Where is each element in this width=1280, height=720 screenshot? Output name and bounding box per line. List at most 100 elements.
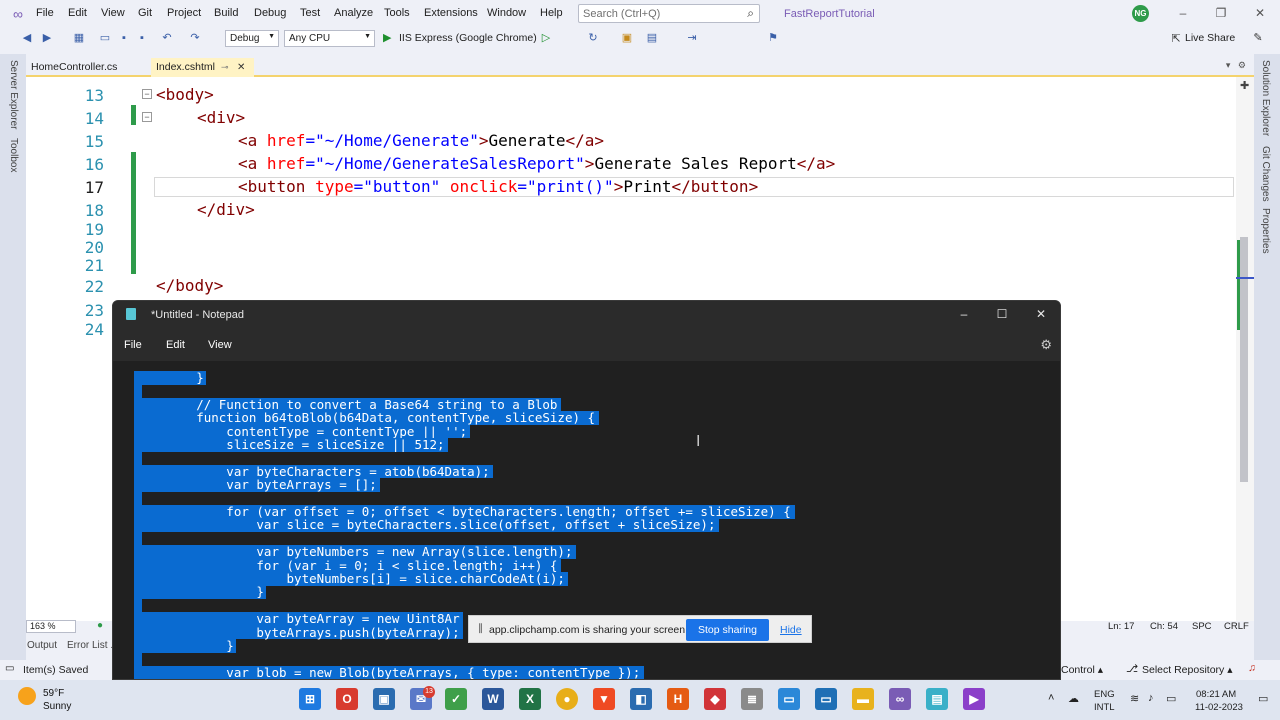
excel-icon[interactable]: X [519, 688, 541, 710]
forward-icon[interactable]: ▶ [40, 31, 54, 45]
battery-icon[interactable]: ▭ [1166, 692, 1176, 705]
restore-icon[interactable]: ❐ [1211, 6, 1231, 20]
clipchamp-icon[interactable]: ▶ [963, 688, 985, 710]
platform-select[interactable]: Any CPU ▼ [284, 30, 375, 47]
stop-sharing-button[interactable]: Stop sharing [686, 619, 769, 641]
database-icon[interactable]: ≣ [741, 688, 763, 710]
toolbox-tab[interactable]: Toolbox [8, 138, 19, 172]
menu-help[interactable]: Help [540, 7, 563, 19]
start-icon[interactable]: ⊞ [299, 688, 321, 710]
app-icon[interactable]: ✓ [445, 688, 467, 710]
tab-overflow-icon[interactable]: ▾ ⚙ [1226, 60, 1246, 71]
feedback-icon[interactable]: ✎ [1251, 31, 1265, 45]
whitespace-indicator[interactable]: SPC [1192, 621, 1212, 632]
hide-link[interactable]: Hide [780, 624, 802, 636]
error-list-tab[interactable]: Error List ... [67, 640, 119, 651]
select-repository-button[interactable]: Select Repository ▴ [1142, 664, 1233, 676]
new-item-icon[interactable]: ▦ [72, 31, 86, 45]
menu-file[interactable]: File [36, 7, 54, 19]
close-icon[interactable]: ✕ [1031, 307, 1051, 321]
menu-build[interactable]: Build [214, 7, 238, 19]
undo-icon[interactable]: ↶ [160, 31, 174, 45]
line-ending-indicator[interactable]: CRLF [1224, 621, 1249, 632]
close-icon[interactable]: ✕ [1250, 6, 1270, 20]
app-icon[interactable]: ◆ [704, 688, 726, 710]
run-icon[interactable]: ▶ [383, 31, 391, 44]
menu-project[interactable]: Project [167, 7, 201, 19]
file-explorer-icon[interactable]: ▬ [852, 688, 874, 710]
pin-icon[interactable]: ⊸ [221, 58, 229, 77]
weather-temperature[interactable]: 59°F [43, 688, 64, 699]
tab-index-cshtml[interactable]: Index.cshtml ⊸ ✕ [151, 58, 254, 77]
close-tab-icon[interactable]: ✕ [237, 58, 245, 77]
menu-test[interactable]: Test [300, 7, 320, 19]
chrome-icon[interactable]: ● [556, 688, 578, 710]
output-tab[interactable]: Output [27, 640, 57, 651]
minimize-icon[interactable]: – [1173, 6, 1193, 20]
minimize-icon[interactable]: – [954, 307, 974, 321]
live-share-button[interactable]: Live Share [1185, 32, 1235, 44]
weather-sun-icon[interactable] [18, 687, 36, 705]
step-icon[interactable]: ⇥ [685, 31, 699, 45]
menu-extensions[interactable]: Extensions [424, 7, 478, 19]
h-app-icon[interactable]: H [667, 688, 689, 710]
open-icon[interactable]: ▭ [98, 31, 112, 45]
clock-date[interactable]: 11-02-2023 [1195, 702, 1243, 713]
solution-explorer-tab[interactable]: Solution Explorer [1260, 60, 1271, 136]
start-without-debug-icon[interactable]: ▷ [539, 31, 553, 45]
keyboard-layout-indicator[interactable]: INTL [1094, 702, 1115, 713]
menu-edit[interactable]: Edit [68, 7, 87, 19]
tray-chevron-icon[interactable]: ˄ [1048, 692, 1054, 704]
maximize-icon[interactable]: ☐ [992, 307, 1012, 321]
wifi-icon[interactable]: ≋ [1130, 692, 1139, 705]
menu-git[interactable]: Git [138, 7, 152, 19]
source-control-button[interactable]: Control ▴ [1061, 664, 1103, 676]
search-input[interactable]: Search (Ctrl+Q) ⌕ [578, 4, 760, 23]
no-issues-icon[interactable]: ● [97, 620, 103, 631]
configuration-select[interactable]: Debug ▼ [225, 30, 279, 47]
live-share-icon[interactable]: ⇱ [1169, 32, 1183, 46]
properties-tab[interactable]: Properties [1260, 208, 1271, 254]
word-icon[interactable]: W [482, 688, 504, 710]
menu-tools[interactable]: Tools [384, 7, 410, 19]
settings-gear-icon[interactable]: ⚙ [1040, 337, 1052, 353]
app-icon[interactable]: ▭ [815, 688, 837, 710]
back-icon[interactable]: ◀ [20, 31, 34, 45]
notepad-title-bar[interactable]: *Untitled - Notepad – ☐ ✕ [113, 301, 1060, 329]
app-icon[interactable]: ▣ [373, 688, 395, 710]
menu-view[interactable]: View [101, 7, 125, 19]
menu-debug[interactable]: Debug [254, 7, 286, 19]
refresh-icon[interactable]: ↻ [586, 31, 600, 45]
volume-icon[interactable]: ♪ [1148, 692, 1154, 704]
collapse-icon[interactable]: − [142, 112, 152, 122]
weather-condition[interactable]: Sunny [43, 701, 71, 712]
notepad-menu-file[interactable]: File [124, 339, 142, 351]
visual-studio-icon[interactable]: ∞ [889, 688, 911, 710]
run-target-button[interactable]: IIS Express (Google Chrome) [399, 32, 537, 44]
layout-icon[interactable]: ▤ [645, 31, 659, 45]
browser-link-icon[interactable]: ▣ [620, 31, 634, 45]
save-icon[interactable]: ▪ [117, 31, 131, 45]
tab-homecontroller[interactable]: HomeController.cs [26, 58, 150, 77]
notification-center-icon[interactable]: ▭ [1258, 692, 1268, 705]
menu-window[interactable]: Window [487, 7, 526, 19]
notepad-taskbar-icon[interactable]: ▤ [926, 688, 948, 710]
language-indicator[interactable]: ENG [1094, 689, 1115, 700]
split-icon[interactable]: ✚ [1240, 79, 1249, 92]
opera-icon[interactable]: O [336, 688, 358, 710]
avatar[interactable]: NG [1132, 5, 1149, 22]
app-icon[interactable]: ◧ [630, 688, 652, 710]
app-icon[interactable]: ▭ [778, 688, 800, 710]
zoom-select[interactable]: 163 % [26, 620, 76, 633]
brave-icon[interactable]: ▼ [593, 688, 615, 710]
notepad-menu-edit[interactable]: Edit [166, 339, 185, 351]
collapse-icon[interactable]: − [142, 89, 152, 99]
scrollbar-thumb[interactable] [1240, 237, 1248, 482]
editor-scrollbar[interactable]: ✚ [1236, 77, 1254, 621]
notepad-menu-view[interactable]: View [208, 339, 232, 351]
bookmark-icon[interactable]: ⚑ [766, 31, 780, 45]
menu-analyze[interactable]: Analyze [334, 7, 373, 19]
clock-time[interactable]: 08:21 AM [1196, 689, 1236, 700]
save-all-icon[interactable]: ▪ [135, 31, 149, 45]
cloud-icon[interactable]: ☁ [1068, 692, 1079, 705]
